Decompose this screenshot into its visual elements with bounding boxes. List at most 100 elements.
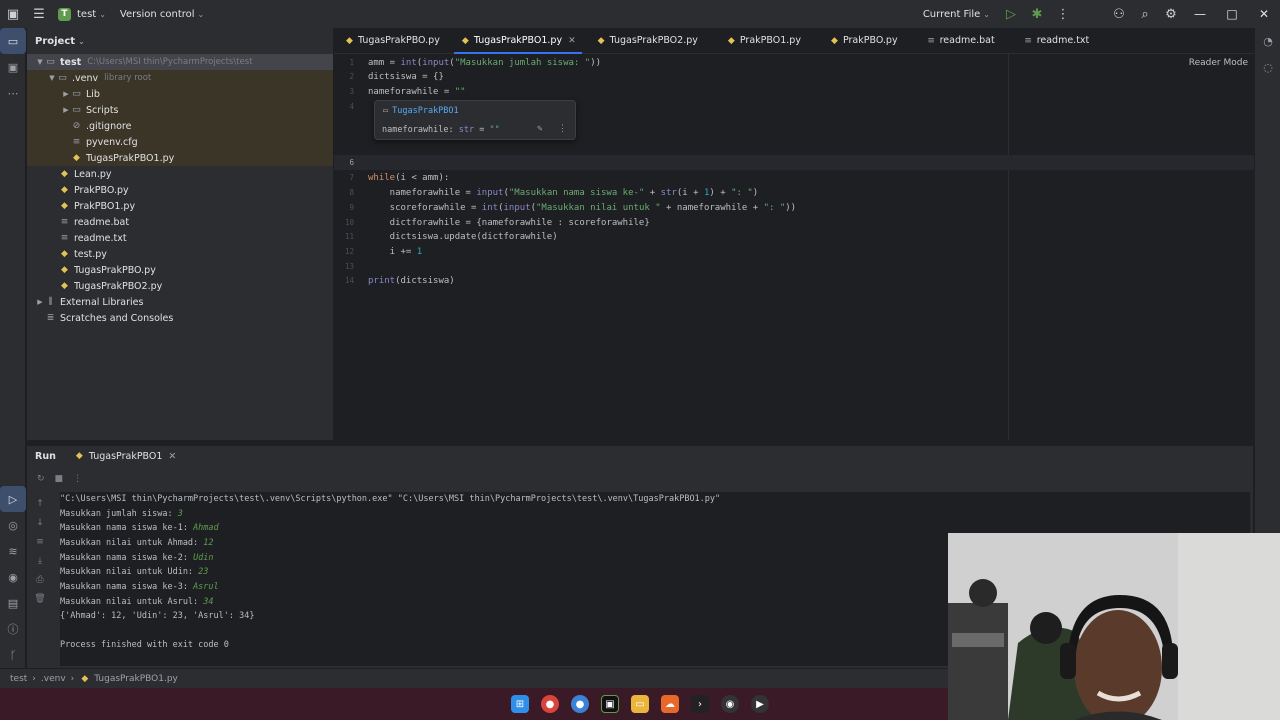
tree-item-scripts[interactable]: ▶ ▭ Scripts xyxy=(27,102,333,118)
scroll-up-icon[interactable]: ↑ xyxy=(27,494,53,513)
project-switcher[interactable]: T test ⌄ xyxy=(58,7,106,21)
print-icon[interactable]: ⎙ xyxy=(27,570,53,589)
python-file-icon: ◆ xyxy=(61,169,68,179)
code-token: amm = xyxy=(368,57,401,68)
more-icon[interactable]: ⋮ xyxy=(73,474,82,484)
python-packages-icon[interactable]: ◎ xyxy=(0,512,26,538)
close-tab-icon[interactable]: ✕ xyxy=(568,36,576,46)
expand-arrow-icon[interactable]: ▶ xyxy=(35,298,45,306)
run-tool-icon[interactable]: ▷ xyxy=(0,486,26,512)
close-run-tab-icon[interactable]: ✕ xyxy=(168,451,176,462)
chrome-icon[interactable]: ● xyxy=(541,695,559,713)
clear-icon[interactable]: 🗑 xyxy=(27,589,53,608)
tree-item-label: test.py xyxy=(74,248,107,260)
cloud-app-icon[interactable]: ☁ xyxy=(661,695,679,713)
more-options-icon[interactable]: ⋮ xyxy=(558,124,567,134)
breadcrumb-file[interactable]: TugasPrakPBO1.py xyxy=(94,674,178,684)
expand-arrow-icon[interactable]: ▶ xyxy=(61,90,71,98)
structure-icon[interactable]: ▣ xyxy=(0,54,26,80)
rerun-icon[interactable]: ↻ xyxy=(37,474,45,484)
git-icon[interactable]: ᚴ xyxy=(0,642,26,668)
debug-icon[interactable]: ✱ xyxy=(1024,0,1050,28)
terminal-icon[interactable]: ▤ xyxy=(0,590,26,616)
media-player-icon[interactable]: ▶ xyxy=(751,695,769,713)
project-folder-icon[interactable]: ▭ xyxy=(0,28,26,54)
tab-tugasprakpbo[interactable]: ◆ TugasPrakPBO.py xyxy=(334,28,450,54)
tab-readme-bat[interactable]: ≡ readme.bat xyxy=(908,28,1005,54)
vcs-widget[interactable]: Version control ⌄ xyxy=(120,9,204,20)
edit-pencil-icon[interactable]: ✎ xyxy=(537,124,542,134)
add-user-icon[interactable]: ⚇ xyxy=(1106,0,1132,28)
obs-icon[interactable]: ◉ xyxy=(721,695,739,713)
code-line: 4 xyxy=(334,99,368,114)
line-number: 9 xyxy=(349,203,354,212)
run-icon[interactable]: ▷ xyxy=(998,0,1024,28)
code-token: dictsiswa.update(dictforawhile) xyxy=(368,231,558,242)
tree-item-lean[interactable]: ◆ Lean.py xyxy=(27,166,333,182)
scroll-to-end-icon[interactable]: ⤓ xyxy=(27,551,53,570)
run-panel-title[interactable]: Run xyxy=(35,451,56,462)
project-panel-header[interactable]: Project ⌄ xyxy=(27,28,333,54)
tab-prakpbo1[interactable]: ◆ PrakPBO1.py xyxy=(708,28,811,54)
tree-item-gitignore[interactable]: ⊘ .gitignore xyxy=(27,118,333,134)
run-side-toolbar: ↑ ↓ ≡ ⤓ ⎙ 🗑 xyxy=(27,494,53,608)
more-actions-icon[interactable]: ⋮ xyxy=(1050,0,1076,28)
chrome-profile-icon[interactable]: ● xyxy=(571,695,589,713)
terminal-taskbar-icon[interactable]: › xyxy=(691,695,709,713)
tree-item-scratches[interactable]: ≣ Scratches and Consoles xyxy=(27,310,333,326)
main-menu-icon[interactable]: ☰ xyxy=(26,0,52,28)
tree-item-tugasprakpbo2[interactable]: ◆ TugasPrakPBO2.py xyxy=(27,278,333,294)
run-tab[interactable]: ◆ TugasPrakPBO1 ✕ xyxy=(74,451,177,462)
breadcrumb-project[interactable]: test xyxy=(10,674,27,684)
pycharm-logo-icon[interactable]: ▣ xyxy=(0,0,26,28)
pycharm-taskbar-icon[interactable]: ▣ xyxy=(601,695,619,713)
layers-icon[interactable]: ≋ xyxy=(0,538,26,564)
tab-tugasprakpbo2[interactable]: ◆ TugasPrakPBO2.py xyxy=(586,28,708,54)
file-explorer-icon[interactable]: ▭ xyxy=(631,695,649,713)
code-token: (i + xyxy=(676,187,704,198)
tree-item-external-libraries[interactable]: ▶ ⫼ External Libraries xyxy=(27,294,333,310)
close-button[interactable]: ✕ xyxy=(1248,7,1280,21)
expand-arrow-icon[interactable]: ▼ xyxy=(47,74,57,82)
windows-start-icon[interactable]: ⊞ xyxy=(511,695,529,713)
line-number: 11 xyxy=(344,232,354,241)
soft-wrap-icon[interactable]: ≡ xyxy=(27,532,53,551)
tree-item-tugasprakpbo1-venv[interactable]: ◆ TugasPrakPBO1.py xyxy=(27,150,333,166)
breadcrumb-separator-icon: › xyxy=(70,673,75,684)
notifications-icon[interactable]: ◔ xyxy=(1255,28,1280,54)
signature-default: "" xyxy=(489,125,500,135)
tab-tugasprakpbo1[interactable]: ◆ TugasPrakPBO1.py ✕ xyxy=(450,28,586,54)
tree-item-venv[interactable]: ▼ ▭ .venv library root xyxy=(27,70,333,86)
settings-gear-icon[interactable]: ⚙ xyxy=(1158,0,1184,28)
expand-arrow-icon[interactable]: ▼ xyxy=(35,58,45,66)
minimize-button[interactable]: — xyxy=(1184,7,1216,21)
run-config-selector[interactable]: Current File ⌄ xyxy=(923,9,990,20)
expand-arrow-icon[interactable]: ▶ xyxy=(61,106,71,114)
tree-item-prakpbo[interactable]: ◆ PrakPBO.py xyxy=(27,182,333,198)
maximize-button[interactable]: □ xyxy=(1216,7,1248,21)
scroll-down-icon[interactable]: ↓ xyxy=(27,513,53,532)
popup-file-name[interactable]: TugasPrakPBO1 xyxy=(392,106,459,116)
tree-item-readme-txt[interactable]: ≡ readme.txt xyxy=(27,230,333,246)
more-tools-icon[interactable]: ⋯ xyxy=(0,80,26,106)
tree-item-lib[interactable]: ▶ ▭ Lib xyxy=(27,86,333,102)
tree-item-label: Lean.py xyxy=(74,168,112,180)
code-token: )) xyxy=(590,57,602,68)
ai-assistant-icon[interactable]: ◌ xyxy=(1255,54,1280,80)
services-icon[interactable]: ◉ xyxy=(0,564,26,590)
tree-item-pyvenv[interactable]: ≡ pyvenv.cfg xyxy=(27,134,333,150)
quick-doc-popup[interactable]: ▭ TugasPrakPBO1 nameforawhile: str = "" … xyxy=(374,100,576,140)
tree-item-test-py[interactable]: ◆ test.py xyxy=(27,246,333,262)
tree-item-test[interactable]: ▼ ▭ test C:\Users\MSI thin\PycharmProjec… xyxy=(27,54,333,70)
tree-item-tugasprakpbo[interactable]: ◆ TugasPrakPBO.py xyxy=(27,262,333,278)
tree-item-prakpbo1[interactable]: ◆ PrakPBO1.py xyxy=(27,198,333,214)
tree-item-readme-bat[interactable]: ≡ readme.bat xyxy=(27,214,333,230)
breadcrumb-folder[interactable]: .venv xyxy=(41,674,66,684)
python-file-icon: ◆ xyxy=(597,35,605,46)
tab-prakpbo[interactable]: ◆ PrakPBO.py xyxy=(811,28,908,54)
problems-icon[interactable]: ⓘ xyxy=(0,616,26,642)
search-icon[interactable]: ⌕ xyxy=(1132,0,1158,28)
tab-readme-txt[interactable]: ≡ readme.txt xyxy=(1005,28,1100,54)
console-text: Masukkan nilai untuk Udin: xyxy=(60,567,199,578)
stop-icon[interactable]: ■ xyxy=(55,474,64,484)
